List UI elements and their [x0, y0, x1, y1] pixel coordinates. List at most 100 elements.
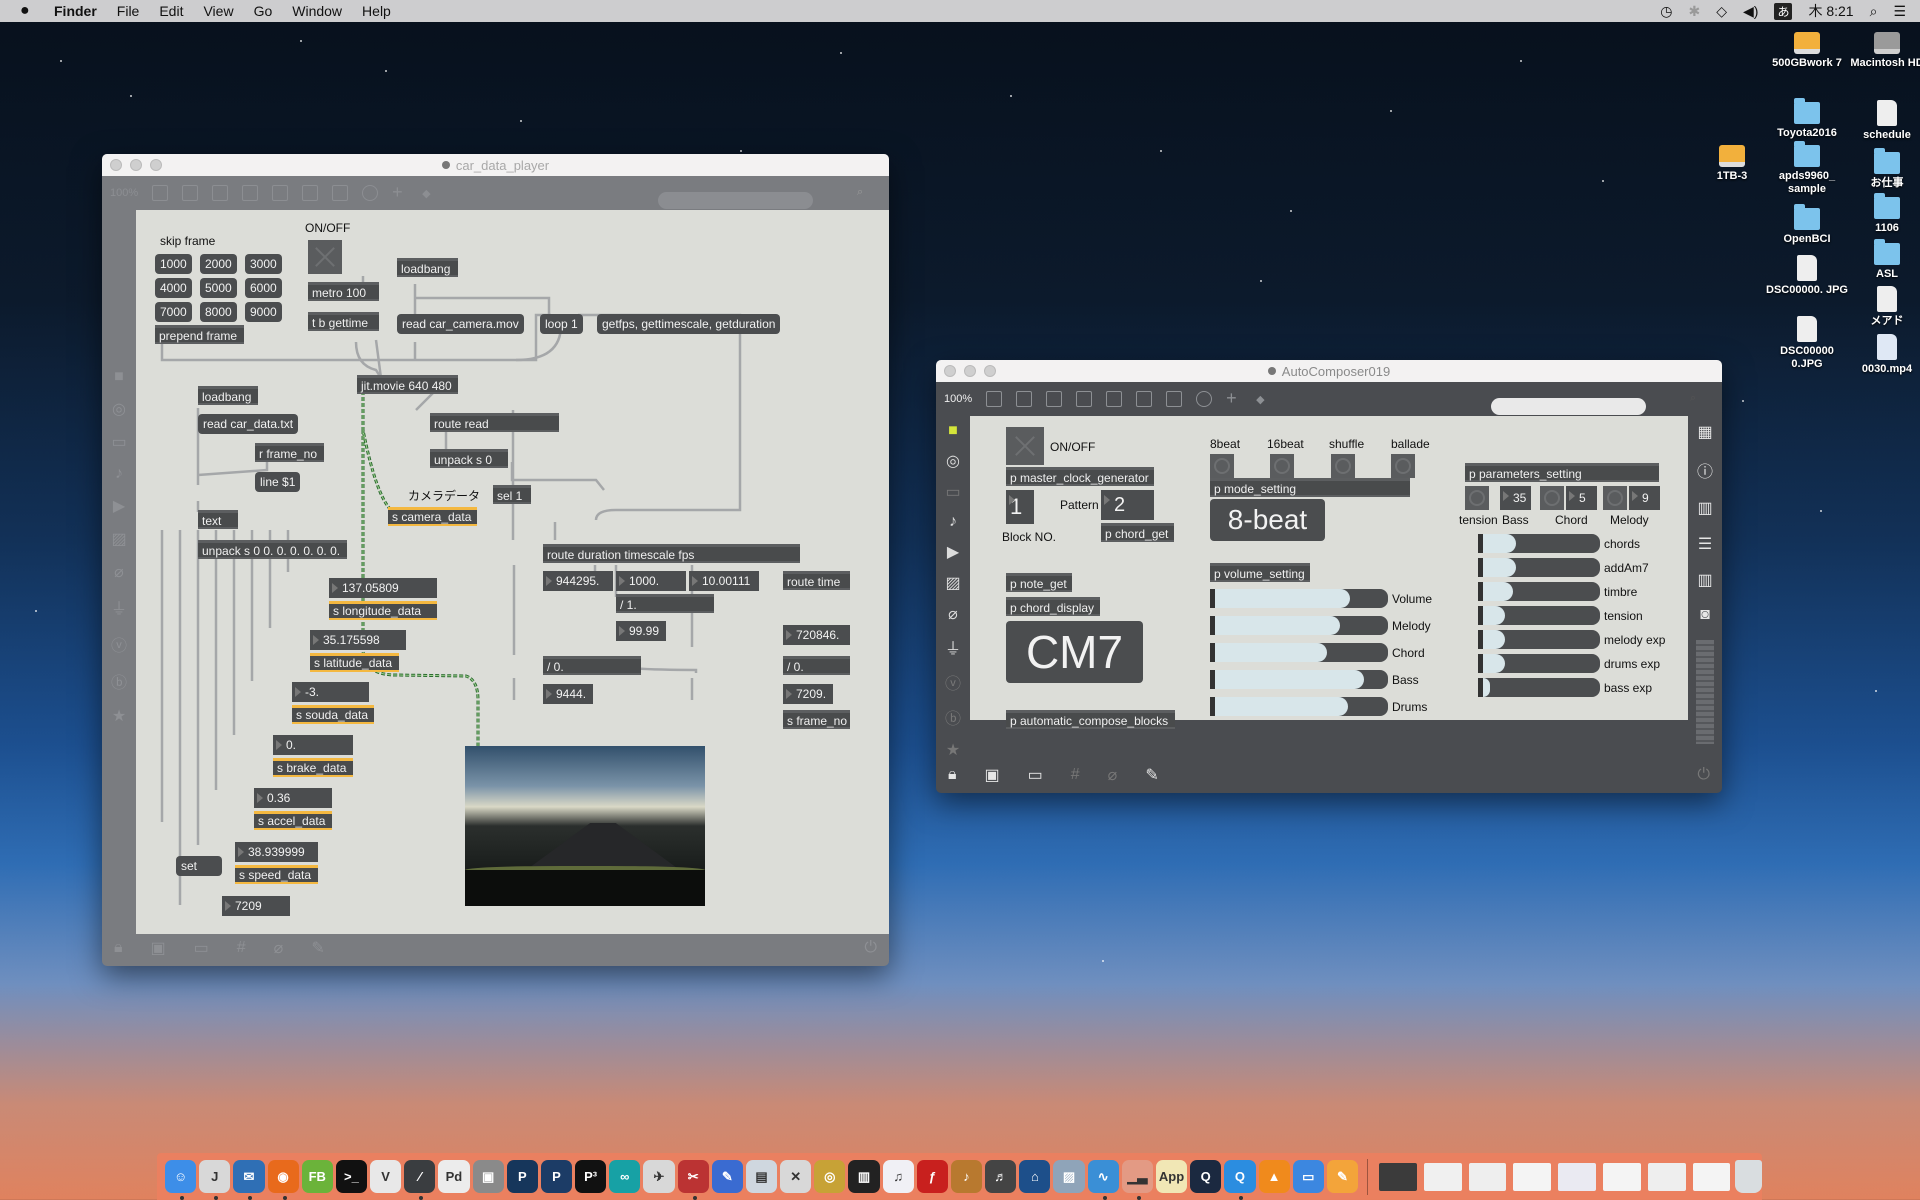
- book-icon[interactable]: ▥: [1697, 498, 1712, 518]
- melody-param-button[interactable]: [1603, 486, 1627, 510]
- comment-icon[interactable]: [1046, 391, 1063, 407]
- dock-app-processing-pp[interactable]: P: [506, 1160, 538, 1193]
- dock-app-processing[interactable]: P: [540, 1160, 573, 1193]
- desktop-icon-macintosh-hd[interactable]: Macintosh HD: [1845, 32, 1920, 70]
- dock-app-preview[interactable]: ▤: [745, 1160, 778, 1193]
- skip-2000-button[interactable]: 2000: [200, 254, 237, 274]
- title-bar[interactable]: AutoComposer019: [936, 360, 1722, 382]
- chord-get-object[interactable]: p chord_get: [1101, 523, 1174, 542]
- dock-minimized-doc-2[interactable]: [1602, 1162, 1641, 1191]
- mode-button-ballade[interactable]: [1391, 454, 1415, 478]
- display-icon[interactable]: ▭: [194, 938, 209, 958]
- dock-app-app-folder[interactable]: App: [1155, 1160, 1188, 1193]
- menu-edit[interactable]: Edit: [159, 3, 183, 19]
- video-icon[interactable]: ▶: [947, 542, 959, 562]
- dock-app-intel-power[interactable]: ∿: [1087, 1160, 1119, 1200]
- param-slider-tension[interactable]: [1478, 606, 1600, 625]
- dock-app-pages[interactable]: ✎: [1326, 1160, 1359, 1193]
- dock-app-fb-app[interactable]: FB: [301, 1160, 333, 1193]
- route-read-object[interactable]: route read: [430, 413, 559, 432]
- number-icon[interactable]: [302, 185, 319, 201]
- divide-1-object[interactable]: / 1.: [616, 594, 714, 613]
- route-time-object[interactable]: route time: [783, 571, 850, 590]
- desktop-icon-schedule[interactable]: schedule: [1845, 100, 1920, 142]
- chord-display-object[interactable]: p chord_display: [1006, 597, 1100, 616]
- send-speed-data[interactable]: s speed_data: [235, 865, 318, 884]
- slider-icon[interactable]: [332, 185, 349, 201]
- slider-icon[interactable]: [1166, 391, 1183, 407]
- master-clock-generator-object[interactable]: p master_clock_generator: [1006, 467, 1154, 486]
- grid-icon[interactable]: #: [237, 939, 246, 957]
- number-icon[interactable]: [1136, 391, 1153, 407]
- send-latitude-data[interactable]: s latitude_data: [310, 653, 399, 672]
- toggle-icon[interactable]: [242, 185, 259, 201]
- loop-message[interactable]: loop 1: [540, 314, 583, 334]
- dock-app-arduino[interactable]: ∞: [609, 1160, 641, 1193]
- dock-minimized-mail[interactable]: [1423, 1162, 1462, 1191]
- paint-bucket-icon[interactable]: ◆: [1256, 393, 1264, 406]
- new-object-icon[interactable]: [152, 185, 169, 201]
- desktop-icon-openbci[interactable]: OpenBCI: [1765, 204, 1849, 246]
- metro-object[interactable]: metro 100: [308, 282, 379, 301]
- chord-param-number[interactable]: 5: [1566, 486, 1597, 510]
- menu-window[interactable]: Window: [292, 3, 342, 19]
- dock-minimized-terminal[interactable]: [1647, 1162, 1686, 1191]
- presentation-icon[interactable]: ▣: [151, 938, 166, 958]
- parameters-setting-object[interactable]: p parameters_setting: [1465, 463, 1659, 482]
- volume-slider-bass[interactable]: [1210, 670, 1388, 689]
- paperclip-icon[interactable]: ⌀: [948, 604, 958, 624]
- longitude-number[interactable]: 137.05809: [329, 578, 437, 598]
- dock-app-quicktime-x[interactable]: Q: [1190, 1160, 1222, 1193]
- read-car-data-message[interactable]: read car_data.txt: [198, 414, 299, 434]
- divide-0-object-a[interactable]: / 0.: [543, 656, 641, 675]
- close-button[interactable]: [110, 159, 122, 171]
- souda-number[interactable]: -3.: [292, 682, 369, 702]
- zoom-level[interactable]: 100%: [944, 393, 972, 405]
- wrench-icon[interactable]: ✎: [311, 938, 324, 958]
- volume-slider-volume[interactable]: [1210, 589, 1388, 608]
- time-number[interactable]: 720846.: [783, 625, 850, 645]
- dock-app-vlc[interactable]: ▲: [1258, 1160, 1290, 1193]
- param-slider-addam7[interactable]: [1478, 558, 1600, 577]
- skip-3000-button[interactable]: 3000: [245, 254, 282, 274]
- new-message-icon[interactable]: [182, 185, 199, 201]
- text-object[interactable]: text: [198, 510, 238, 529]
- star-icon[interactable]: ★: [112, 706, 126, 726]
- attach-icon[interactable]: ⌀: [1108, 765, 1118, 785]
- speed-number[interactable]: 38.939999: [235, 842, 318, 862]
- param-slider-melody-exp[interactable]: [1478, 630, 1600, 649]
- dock-app-vnc[interactable]: V: [370, 1160, 402, 1193]
- wrench-icon[interactable]: ✎: [1145, 765, 1158, 785]
- dock-app-script-editor[interactable]: J: [199, 1160, 231, 1200]
- menu-help[interactable]: Help: [362, 3, 391, 19]
- desktop-icon-dsc00000-jpg[interactable]: DSC00000. JPG: [1765, 255, 1849, 297]
- unpack-object[interactable]: unpack s 0 0. 0. 0. 0. 0. 0.: [198, 540, 347, 559]
- pattern-number[interactable]: 2: [1101, 490, 1154, 520]
- spotlight-icon[interactable]: ⌕: [1870, 3, 1878, 20]
- skip-9000-button[interactable]: 9000: [245, 302, 282, 322]
- dock-minimized-quicktime[interactable]: [1468, 1162, 1507, 1191]
- dock-app-keynote[interactable]: ▭: [1292, 1160, 1324, 1193]
- chord-param-button[interactable]: [1540, 486, 1564, 510]
- dock-app-quicktime[interactable]: Q: [1224, 1160, 1256, 1200]
- patcher-canvas[interactable]: ON/OFF p master_clock_generator 1 Block …: [970, 416, 1688, 729]
- frame-number-display[interactable]: 7209: [222, 896, 290, 916]
- volume-slider-drums[interactable]: [1210, 697, 1388, 716]
- mode-button-shuffle[interactable]: [1331, 454, 1355, 478]
- target-icon[interactable]: ◎: [946, 451, 960, 471]
- melody-param-number[interactable]: 9: [1629, 486, 1660, 510]
- mode-button-8beat[interactable]: [1210, 454, 1234, 478]
- trigger-object[interactable]: t b gettime: [308, 312, 379, 331]
- dock-app-firefox[interactable]: ◉: [267, 1160, 299, 1200]
- add-icon[interactable]: +: [392, 183, 408, 201]
- image-icon[interactable]: ▨: [111, 529, 126, 549]
- skip-8000-button[interactable]: 8000: [200, 302, 237, 322]
- power-icon[interactable]: ⏻: [1697, 766, 1710, 784]
- dock-app-tools[interactable]: ✕: [780, 1160, 812, 1193]
- jit-movie-object[interactable]: jit.movie 640 480: [357, 375, 458, 394]
- title-bar[interactable]: car_data_player: [102, 154, 889, 176]
- onoff-toggle[interactable]: [1006, 427, 1044, 465]
- v-icon[interactable]: ⓥ: [945, 670, 961, 694]
- grid-icon[interactable]: #: [1071, 766, 1080, 784]
- dock-app-thunderbird[interactable]: ✉: [233, 1160, 265, 1200]
